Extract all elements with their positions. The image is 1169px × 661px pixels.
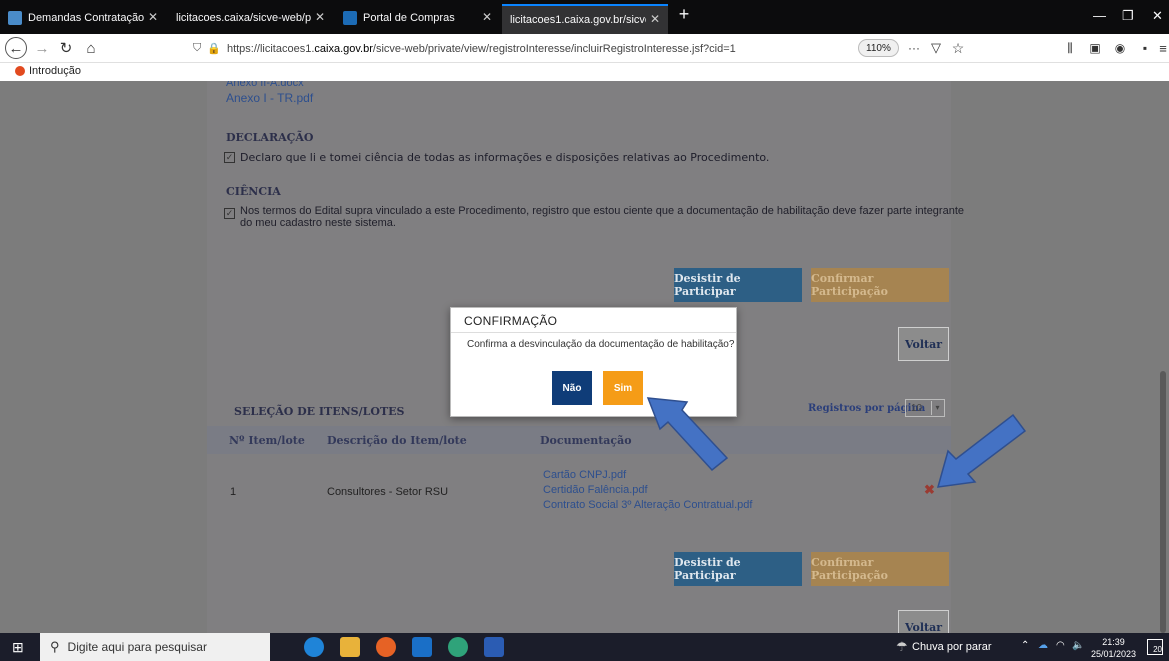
windows-taskbar: ⊞ ⚲ Digite aqui para pesquisar ☂ Chuva p…	[0, 633, 1169, 661]
weather-text[interactable]: Chuva por parar	[912, 641, 992, 653]
annotation-arrow-right	[936, 413, 1027, 488]
taskbar-clock[interactable]: 21:39 25/01/2023	[1091, 636, 1136, 660]
annotation-arrows	[646, 397, 1027, 488]
tray-chevron-icon[interactable]: ⌃	[1021, 640, 1029, 651]
wifi-icon[interactable]: ◠	[1056, 640, 1065, 651]
word-icon[interactable]	[484, 637, 504, 657]
edge-icon[interactable]	[304, 637, 324, 657]
windows-start-icon[interactable]: ⊞	[12, 639, 24, 656]
search-placeholder: Digite aqui para pesquisar	[67, 640, 207, 654]
weather-icon: ☂	[896, 639, 908, 654]
search-icon: ⚲	[50, 639, 60, 654]
file-explorer-icon[interactable]	[340, 637, 360, 657]
outlook-icon[interactable]	[412, 637, 432, 657]
notifications-icon[interactable]: 20	[1147, 639, 1163, 655]
annotation-arrow-left	[646, 397, 729, 472]
chrome-icon[interactable]	[448, 637, 468, 657]
volume-icon[interactable]: 🔈	[1072, 640, 1084, 651]
onedrive-icon[interactable]: ☁	[1038, 640, 1048, 651]
firefox-icon[interactable]	[376, 637, 396, 657]
notifications-count: 20	[1153, 645, 1162, 654]
clock-date: 25/01/2023	[1091, 649, 1137, 659]
taskbar-search-box[interactable]: ⚲ Digite aqui para pesquisar	[40, 633, 270, 661]
clock-time: 21:39	[1102, 637, 1125, 647]
